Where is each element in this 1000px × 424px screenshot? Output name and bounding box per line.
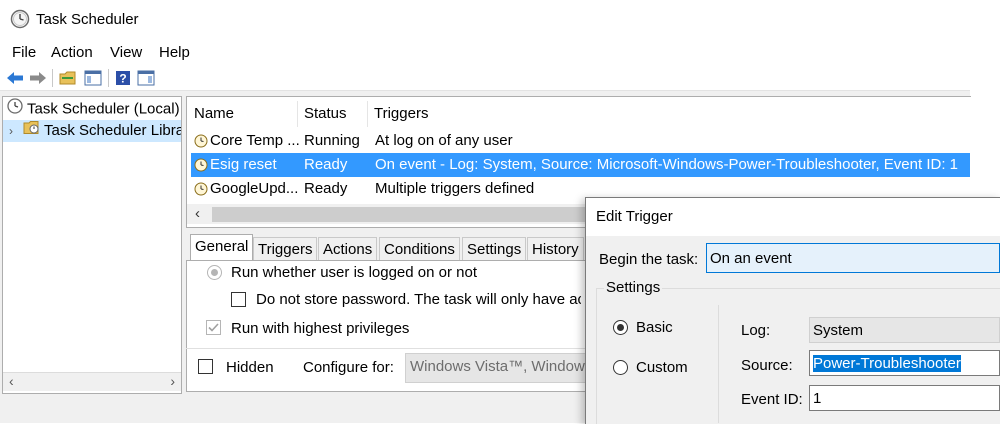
tab-general[interactable]: General [190,234,254,262]
task-name: GoogleUpd... [210,180,299,197]
begin-task-combobox[interactable]: On an event [706,243,1000,273]
scroll-right-icon[interactable]: › [170,373,175,389]
tab-conditions[interactable]: Conditions [379,237,460,262]
task-status: Ready [304,156,348,173]
menu-view[interactable]: View [110,44,142,61]
run-whether-radio[interactable] [207,265,222,280]
event-id-input[interactable]: 1 [809,385,1000,411]
begin-task-label: Begin the task: [599,251,699,268]
folder-clock-icon [23,120,40,142]
highest-privileges-checkbox[interactable] [206,320,221,335]
toolbar-separator [108,69,109,87]
window-title: Task Scheduler [36,11,139,28]
configure-for-label: Configure for: [303,359,394,376]
custom-radio[interactable] [613,360,628,375]
tree-horizontal-scrollbar[interactable]: ‹ › [3,372,181,391]
hidden-checkbox[interactable] [198,359,213,374]
title-bar [0,0,970,40]
scroll-left-icon[interactable]: ‹ [9,373,14,389]
no-store-password-label: Do not store password. The task will onl… [256,291,581,308]
log-label: Log: [741,322,771,339]
menu-help[interactable]: Help [159,44,190,61]
custom-label: Custom [636,359,688,376]
table-row-selected[interactable]: Esig reset Ready On event - Log: System,… [191,153,970,177]
source-input[interactable]: Power-Troubleshooter [809,350,1000,376]
back-arrow-icon[interactable] [6,69,24,87]
task-triggers: On event - Log: System, Source: Microsof… [375,156,959,173]
log-combobox[interactable]: System [809,317,1000,343]
chevron-right-icon[interactable]: › [9,120,23,142]
tree-item-label: Task Scheduler (Local) [27,100,180,118]
show-hide-console-tree-icon[interactable] [84,69,102,87]
table-row[interactable]: Core Temp ... Running At log on of any u… [191,129,970,153]
settings-group-label: Settings [604,279,663,296]
clock-icon [7,98,23,121]
help-icon[interactable]: ? [114,69,132,87]
task-name: Core Temp ... [210,132,300,149]
highest-privileges-label: Run with highest privileges [231,320,410,337]
forward-arrow-icon[interactable] [29,69,47,87]
run-whether-label: Run whether user is logged on or not [231,264,477,281]
column-separator[interactable] [297,101,298,127]
tree-item-library[interactable]: › Task Scheduler Libra [3,120,181,142]
tab-settings[interactable]: Settings [462,237,527,262]
source-selected-text: Power-Troubleshooter [813,355,961,372]
folder-icon[interactable] [59,69,77,87]
clock-icon [194,177,208,201]
tab-history[interactable]: History [527,237,584,262]
tab-actions[interactable]: Actions [318,237,378,262]
tree-item-root[interactable]: Task Scheduler (Local) [7,98,180,120]
clock-icon [194,153,208,177]
clock-icon [194,129,208,153]
column-header-name[interactable]: Name [194,101,234,127]
task-name: Esig reset [210,156,277,173]
svg-text:?: ? [119,72,126,86]
scroll-left-icon[interactable]: ‹ [195,205,200,222]
console-tree: Task Scheduler (Local) › Task Scheduler … [2,96,182,394]
no-store-password-checkbox[interactable] [231,292,246,307]
menu-action[interactable]: Action [51,44,93,61]
configure-for-combobox[interactable]: Windows Vista™, Windows [405,353,587,383]
dialog-title: Edit Trigger [596,208,673,225]
menu-bar [0,40,970,66]
clock-icon [10,9,30,29]
show-hide-action-pane-icon[interactable] [137,69,155,87]
column-separator[interactable] [367,101,368,127]
task-status: Running [304,132,360,149]
source-label: Source: [741,357,793,374]
basic-radio[interactable] [613,320,628,335]
task-status: Ready [304,180,348,197]
basic-label: Basic [636,319,673,336]
tree-item-label: Task Scheduler Libra [44,122,182,139]
divider [718,305,719,423]
task-triggers: At log on of any user [375,132,513,149]
column-header-triggers[interactable]: Triggers [374,101,428,127]
event-id-label: Event ID: [741,391,803,408]
tab-triggers[interactable]: Triggers [253,237,318,262]
menu-file[interactable]: File [12,44,36,61]
toolbar-separator [52,69,53,87]
column-header-status[interactable]: Status [304,101,347,127]
divider [186,348,586,349]
hidden-label: Hidden [226,359,274,376]
